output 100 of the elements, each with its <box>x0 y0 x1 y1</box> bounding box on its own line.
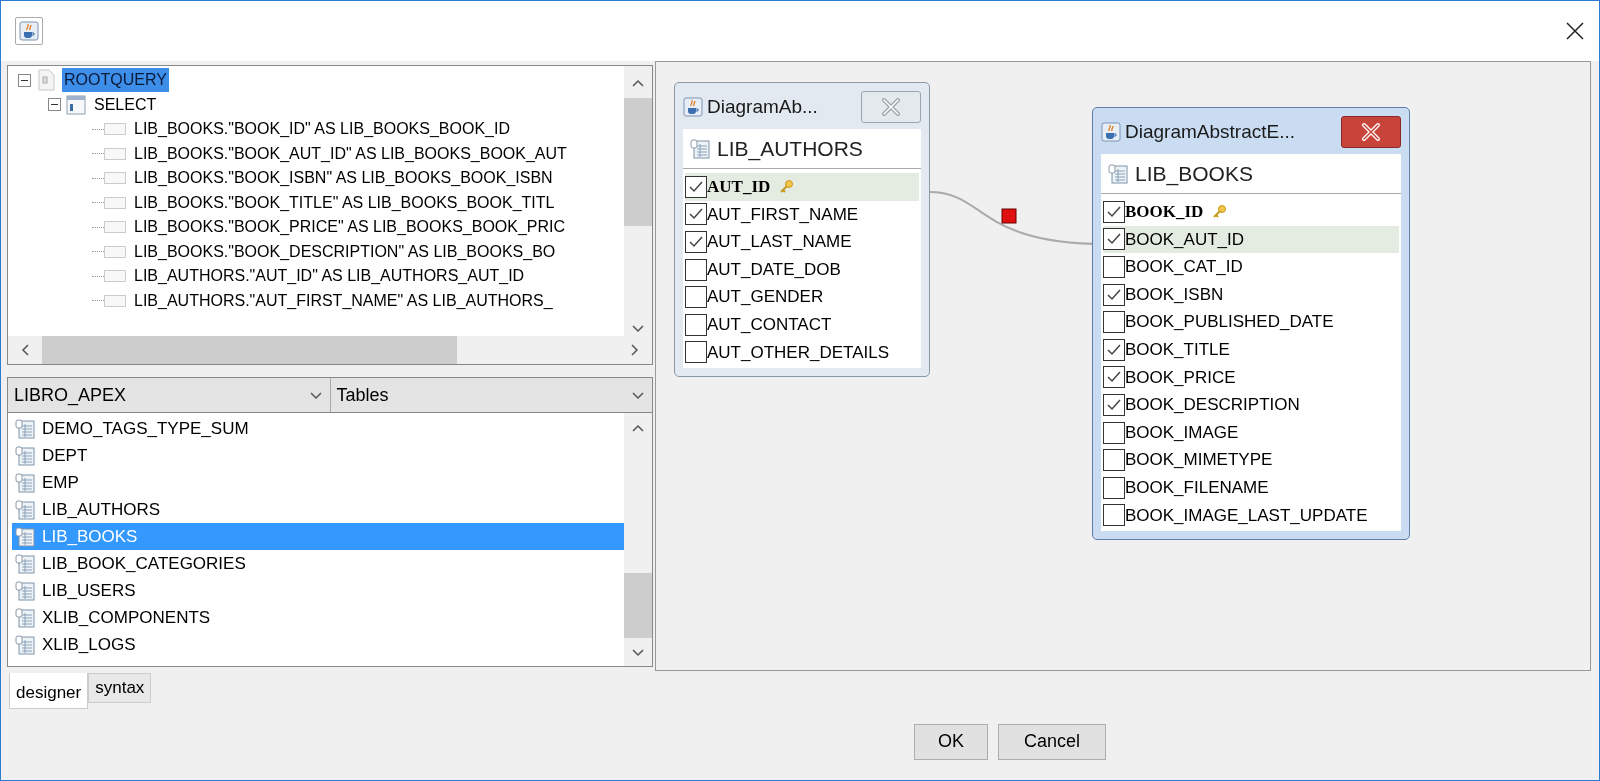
checkbox[interactable] <box>685 231 707 253</box>
window-title: DiagramAb... <box>707 94 819 119</box>
column-row[interactable]: AUT_ID <box>685 173 919 201</box>
table-name: DEMO_TAGS_TYPE_SUM <box>42 417 249 440</box>
checkbox[interactable] <box>1103 200 1125 223</box>
schema-dropdown[interactable]: LIBRO_APEX <box>8 378 331 412</box>
checkbox[interactable] <box>1103 476 1125 499</box>
object-type-dropdown[interactable]: Tables <box>330 378 652 412</box>
key-icon <box>778 178 795 195</box>
scrollbar[interactable] <box>624 66 652 336</box>
table-list-item[interactable]: LIB_BOOK_CATEGORIES <box>12 550 624 577</box>
column-name: BOOK_DESCRIPTION <box>1125 394 1300 417</box>
table-window[interactable]: DiagramAb... LIB_AUTHORS AUT_ID AUT_FIRST_NAME AUT_LAST_NAME AUT_DATE_DOB AUT_GENDER AUT_CONTACT AUT_OTHER_DETAILS <box>674 82 930 378</box>
tree-item[interactable]: LIB_AUTHORS."AUT_ID" AS LIB_AUTHORS_AUT_ID <box>132 264 527 289</box>
checkbox[interactable] <box>1103 338 1125 361</box>
collapse-toggle[interactable] <box>48 98 61 112</box>
close-icon <box>879 97 903 117</box>
column-name: BOOK_PRICE <box>1125 366 1236 389</box>
table-list-item[interactable]: DEMO_TAGS_TYPE_SUM <box>12 415 624 442</box>
collapse-toggle[interactable] <box>18 73 31 87</box>
table-icon <box>14 417 36 440</box>
table-icon <box>14 525 36 548</box>
table-icon <box>14 498 36 521</box>
column-name: AUT_OTHER_DETAILS <box>707 341 889 364</box>
table-list-item[interactable]: LIB_AUTHORS <box>12 496 624 523</box>
table-list-item[interactable]: DEPT <box>12 442 624 469</box>
close-icon <box>1359 122 1383 142</box>
document-icon <box>36 69 56 92</box>
table-list-item[interactable]: XLIB_LOGS <box>12 631 624 658</box>
scrollbar[interactable] <box>624 413 652 666</box>
table-name: LIB_AUTHORS <box>717 135 863 163</box>
column-name: BOOK_MIMETYPE <box>1125 449 1273 472</box>
checkbox[interactable] <box>685 341 707 364</box>
scrollbar[interactable] <box>8 336 652 364</box>
column-name: BOOK_IMAGE <box>1125 421 1239 444</box>
table-icon <box>14 471 36 494</box>
app-icon <box>19 21 39 41</box>
table-name: XLIB_COMPONENTS <box>42 606 211 629</box>
column-name: BOOK_ID <box>1125 201 1204 224</box>
column-name: AUT_LAST_NAME <box>707 231 852 254</box>
dialog-button[interactable]: OK <box>914 723 988 760</box>
window-icon <box>66 94 86 115</box>
table-list-item[interactable]: XLIB_COMPONENTS <box>12 604 624 631</box>
column-name: AUT_GENDER <box>707 286 824 309</box>
column-name: BOOK_TITLE <box>1125 339 1230 361</box>
checkbox[interactable] <box>1103 449 1125 472</box>
window-title: DiagramAbstractE... <box>1125 119 1296 144</box>
column-icon <box>104 147 126 160</box>
dialog-button[interactable]: Cancel <box>998 723 1106 760</box>
column-name: BOOK_PUBLISHED_DATE <box>1125 311 1334 334</box>
checkbox[interactable] <box>1103 283 1125 306</box>
table-list-item[interactable]: LIB_USERS <box>12 577 624 604</box>
table-name: LIB_AUTHORS <box>42 498 161 521</box>
tree-item[interactable]: SELECT <box>92 92 159 117</box>
checkbox[interactable] <box>685 175 707 198</box>
table-name: LIB_USERS <box>42 579 136 602</box>
column-name: BOOK_CAT_ID <box>1125 256 1243 279</box>
checkbox[interactable] <box>1103 311 1125 334</box>
table-icon <box>689 137 711 160</box>
table-icon <box>14 606 36 629</box>
table-name: DEPT <box>42 444 88 467</box>
tree-item[interactable]: LIB_BOOKS."BOOK_TITLE" AS LIB_BOOKS_BOOK_TITL <box>132 190 557 215</box>
table-name: LIB_BOOKS <box>42 525 138 548</box>
table-window[interactable]: DiagramAbstractE... LIB_BOOKS BOOK_ID BOOK_AUT_ID BOOK_CAT_ID BOOK_ISBN BOOK_PUBLISHED_DATE BOOK_TITLE BOOK_PRICE BOOK_DESCRIPTION BOOK_IMAGE BOOK_MIMETYPE BOOK_FILENAME BOOK_IMAGE_LAST_UPDATE <box>1092 107 1410 541</box>
checkbox[interactable] <box>1103 366 1125 389</box>
connector-handle[interactable] <box>1001 208 1017 224</box>
column-icon <box>104 245 126 258</box>
tree-item[interactable]: ROOTQUERY <box>62 68 169 93</box>
column-name: AUT_DATE_DOB <box>707 258 841 281</box>
tree-item[interactable]: LIB_AUTHORS."AUT_FIRST_NAME" AS LIB_AUTHORS_ <box>132 288 555 313</box>
checkbox[interactable] <box>685 286 707 309</box>
column-name: AUT_FIRST_NAME <box>707 203 859 226</box>
tab[interactable]: syntax <box>88 673 152 703</box>
checkbox[interactable] <box>1103 256 1125 278</box>
tree-item[interactable]: LIB_BOOKS."BOOK_DESCRIPTION" AS LIB_BOOKS_BO <box>132 239 558 264</box>
tab[interactable]: designer <box>9 673 89 709</box>
checkbox[interactable] <box>1103 504 1125 527</box>
diagram-canvas[interactable] <box>655 61 1591 671</box>
checkbox[interactable] <box>1103 421 1125 444</box>
close-button[interactable] <box>1341 116 1401 148</box>
checkbox[interactable] <box>685 258 707 281</box>
tree-item[interactable]: LIB_BOOKS."BOOK_PRICE" AS LIB_BOOKS_BOOK_PRIC <box>132 215 568 240</box>
table-name: EMP <box>42 471 79 494</box>
close-icon[interactable] <box>1565 21 1585 41</box>
checkbox[interactable] <box>1103 228 1125 251</box>
table-icon <box>14 444 36 467</box>
column-name: BOOK_FILENAME <box>1125 477 1269 499</box>
checkbox[interactable] <box>685 313 707 336</box>
tree-item[interactable]: LIB_BOOKS."BOOK_ID" AS LIB_BOOKS_BOOK_ID <box>132 117 512 142</box>
table-name: LIB_BOOK_CATEGORIES <box>42 552 246 575</box>
column-row[interactable]: BOOK_AUT_ID <box>1103 225 1399 254</box>
table-list-item[interactable]: EMP <box>12 469 624 496</box>
column-name: AUT_CONTACT <box>707 314 832 336</box>
checkbox[interactable] <box>1103 393 1125 416</box>
java-cup-icon <box>1101 122 1121 142</box>
checkbox[interactable] <box>685 203 707 226</box>
tree-item[interactable]: LIB_BOOKS."BOOK_ISBN" AS LIB_BOOKS_BOOK_ISBN <box>132 166 555 191</box>
tree-item[interactable]: LIB_BOOKS."BOOK_AUT_ID" AS LIB_BOOKS_BOOK_AUT <box>132 141 569 166</box>
key-icon <box>1211 203 1228 220</box>
column-icon <box>104 123 126 136</box>
